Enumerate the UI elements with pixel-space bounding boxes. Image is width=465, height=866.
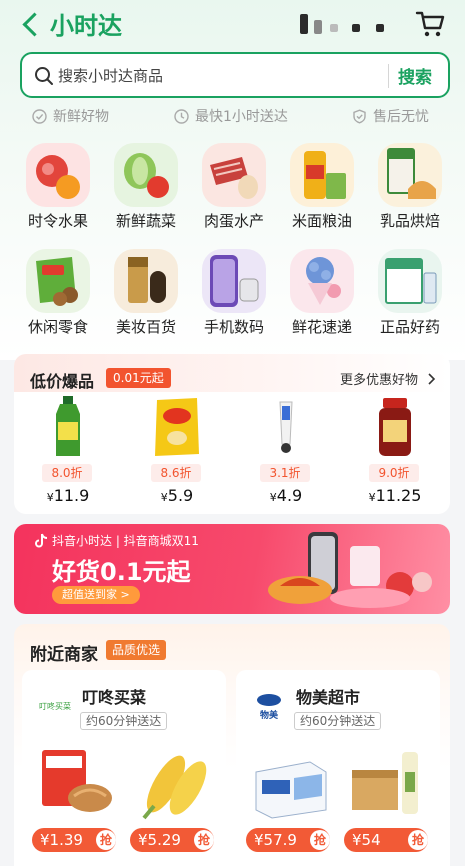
search-icon	[35, 67, 53, 85]
store-name: 叮咚买菜	[82, 688, 147, 707]
grab-badge: 抢	[96, 830, 116, 850]
flower-icon	[290, 249, 354, 313]
check-circle-icon	[32, 109, 47, 124]
grab-badge: 抢	[310, 830, 330, 850]
low-price-deals: 低价爆品 0.01元起 更多优惠好物 8.0折 ¥11.9 8.6折 ¥5.9	[14, 354, 450, 514]
service-features: 新鲜好物 最快1小时送达 售后无忧	[0, 100, 465, 130]
meat-egg-icon	[202, 143, 266, 207]
product-price[interactable]: ¥1.39 抢	[32, 828, 116, 852]
deals-header: 低价爆品 0.01元起 更多优惠好物	[14, 354, 450, 392]
product-item[interactable]: ¥54 抢	[344, 744, 434, 856]
category-fruit[interactable]: 时令水果	[14, 140, 102, 240]
vegetable-icon	[114, 143, 178, 207]
feature-fast-delivery: 最快1小时送达	[174, 106, 288, 126]
corn-icon	[136, 744, 214, 822]
medicine-icon	[378, 249, 442, 313]
category-snack[interactable]: 休闲零食	[14, 246, 102, 346]
dairy-bakery-icon	[378, 143, 442, 207]
store-name: 物美超市	[296, 688, 361, 707]
chevron-right-icon	[428, 373, 436, 385]
store-logo: 物美	[248, 684, 290, 726]
discount-badge: 8.0折	[42, 464, 92, 482]
category-grid: 时令水果 新鲜蔬菜 肉蛋水产 米面粮油 乳品烘焙 休闲零食 美妆百货 手机数码 …	[14, 140, 454, 350]
svg-text:物美: 物美	[260, 709, 279, 721]
grain-oil-icon	[290, 143, 354, 207]
page-title: 小时达	[50, 12, 122, 40]
search-divider	[388, 64, 389, 88]
nearby-merchants: 附近商家 品质优选 叮咚买菜 叮咚买菜 约60分钟送达 ¥1.39 抢 ¥5.29…	[14, 624, 450, 866]
discount-badge: 8.6折	[151, 464, 201, 482]
feature-fresh: 新鲜好物	[32, 106, 109, 126]
store-card-dingdong[interactable]: 叮咚买菜 叮咚买菜 约60分钟送达 ¥1.39 抢 ¥5.29 抢	[22, 670, 226, 866]
cosmetics-icon	[114, 249, 178, 313]
svg-text:叮咚买菜: 叮咚买菜	[39, 701, 71, 711]
category-meat-egg[interactable]: 肉蛋水产	[190, 140, 278, 240]
product-item[interactable]: ¥57.9 抢	[246, 744, 336, 856]
category-medicine[interactable]: 正品好药	[366, 246, 454, 346]
product-item[interactable]: ¥5.29 抢	[130, 744, 220, 856]
delivery-time: 约60分钟送达	[294, 712, 382, 730]
clock-icon	[174, 109, 189, 124]
promo-banner[interactable]: 抖音小时达 | 抖音商城双11 好货0.1元起 超值送到家 >	[14, 524, 450, 614]
category-phone-digital[interactable]: 手机数码	[190, 246, 278, 346]
discount-badge: 9.0折	[369, 464, 419, 482]
category-flower[interactable]: 鲜花速递	[278, 246, 366, 346]
instant-noodle-icon	[38, 744, 116, 822]
grab-badge: 抢	[194, 830, 214, 850]
deal-item[interactable]: 8.0折 ¥11.9	[14, 394, 122, 512]
tube-icon	[256, 394, 316, 460]
cart-icon[interactable]	[415, 10, 445, 38]
search-button[interactable]: 搜索	[398, 63, 432, 88]
product-item[interactable]: ¥1.39 抢	[32, 744, 122, 856]
deals-badge: 0.01元起	[106, 368, 171, 388]
deal-price: ¥5.9	[160, 486, 194, 505]
header: 小时达	[0, 0, 465, 50]
more-deals-link[interactable]: 更多优惠好物	[340, 369, 436, 388]
banner-products-illustration	[268, 532, 432, 608]
deals-title: 低价爆品	[30, 372, 95, 391]
product-price[interactable]: ¥5.29 抢	[130, 828, 214, 852]
product-price[interactable]: ¥54 抢	[344, 828, 428, 852]
category-dairy-bakery[interactable]: 乳品烘焙	[366, 140, 454, 240]
category-vegetable[interactable]: 新鲜蔬菜	[102, 140, 190, 240]
bottle-drink-icon	[38, 394, 98, 460]
search-input[interactable]	[58, 64, 378, 88]
banner-cta[interactable]: 超值送到家 >	[52, 586, 140, 604]
category-grain-oil[interactable]: 米面粮油	[278, 140, 366, 240]
feature-after-sales: 售后无忧	[352, 106, 429, 126]
deal-item[interactable]: 3.1折 ¥4.9	[232, 394, 340, 512]
store-logo: 叮咚买菜	[34, 684, 76, 726]
product-price[interactable]: ¥57.9 抢	[246, 828, 330, 852]
deal-price: ¥4.9	[269, 486, 303, 505]
snack-icon	[26, 249, 90, 313]
nearby-badge: 品质优选	[106, 640, 167, 660]
delivery-time: 约60分钟送达	[80, 712, 168, 730]
banner-headline: 好货0.1元起	[52, 558, 191, 586]
banner-subtitle: 抖音小时达 | 抖音商城双11	[52, 534, 199, 548]
nearby-title: 附近商家	[30, 645, 98, 665]
deal-item[interactable]: 8.6折 ¥5.9	[123, 394, 231, 512]
shield-icon	[353, 109, 366, 124]
milk-box-icon	[252, 744, 330, 822]
discount-badge: 3.1折	[260, 464, 310, 482]
category-cosmetics[interactable]: 美妆百货	[102, 246, 190, 346]
store-card-wumart[interactable]: 物美 物美超市 约60分钟送达 ¥57.9 抢 ¥54 抢	[236, 670, 440, 866]
phone-digital-icon	[202, 249, 266, 313]
douyin-logo-icon	[35, 533, 48, 548]
blurred-status-icons	[300, 14, 395, 36]
sauce-jar-icon	[365, 394, 425, 460]
search-bar[interactable]: 搜索	[20, 52, 450, 98]
chips-bag-icon	[147, 394, 207, 460]
grab-badge: 抢	[408, 830, 428, 850]
deal-price: ¥11.9	[46, 486, 90, 505]
deal-item[interactable]: 9.0折 ¥11.25	[341, 394, 449, 512]
deal-price: ¥11.25	[368, 486, 422, 505]
back-arrow-icon[interactable]	[20, 10, 44, 38]
page: 小时达 搜索 新鲜好	[0, 0, 465, 866]
fruit-icon	[26, 143, 90, 207]
tea-case-icon	[350, 744, 428, 822]
